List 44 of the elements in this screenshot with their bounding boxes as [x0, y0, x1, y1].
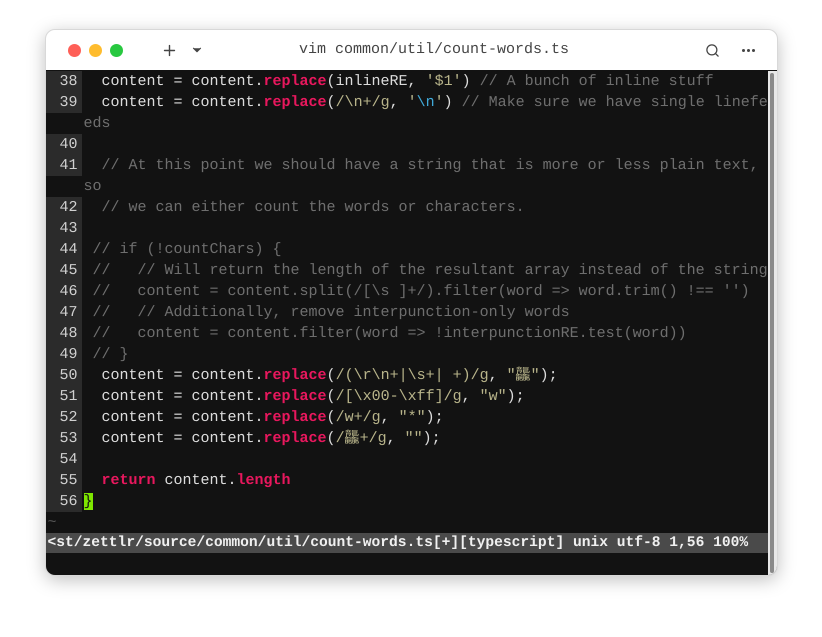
search-button[interactable]: [704, 42, 720, 58]
line-number: 51: [46, 386, 82, 407]
line-number: 38: [46, 71, 82, 92]
line-number: 49: [46, 344, 82, 365]
line-number: 47: [46, 302, 82, 323]
line-number: 53: [46, 428, 82, 449]
line-number: 43: [46, 218, 82, 239]
line-number: 40: [46, 134, 82, 155]
code-line: // }: [92, 345, 129, 365]
line-number: 39: [46, 92, 82, 113]
scrollbar[interactable]: [768, 71, 776, 575]
code-line: // content = content.filter(word => !interpunctionRE.test(word)): [92, 324, 687, 344]
code-line: content = content.replace(/\n+/g, '\n') // Make sure we have single linefe: [100, 93, 768, 113]
line-number: 55: [46, 470, 82, 491]
more-button[interactable]: [742, 48, 754, 52]
line-number: 50: [46, 365, 82, 386]
line-number: 46: [46, 281, 82, 302]
code-line: content = content.replace(/w+/g, "*");: [100, 408, 444, 428]
code-line: // At this point we should have a string that is more or less plain text,: [100, 156, 759, 176]
code-line: return content.length: [100, 471, 291, 491]
close-button[interactable]: [68, 44, 80, 56]
code-line: so: [82, 177, 102, 197]
code-line: // if (!countChars) {: [92, 240, 282, 260]
line-number: 52: [46, 407, 82, 428]
line-number: 54: [46, 449, 82, 470]
window-title: vim common/util/count-words.ts: [298, 40, 570, 60]
code-line: content = content.replace(inlineRE, '$1') // A bunch of inline stuff: [100, 72, 714, 92]
code-line: // // Additionally, remove interpunction-only words: [92, 303, 570, 323]
code-line: content = content.replace(/[\x00-\xff]/g, "w");: [100, 387, 525, 407]
code-line: // content = content.split(/[\s ]+/).filter(word => word.trim() !== ''): [92, 282, 750, 302]
code-line: content = content.replace(/龘+/g, "");: [100, 428, 441, 449]
code-line: // we can either count the words or characters.: [100, 198, 525, 218]
code-line: // // Will return the length of the resultant array instead of the string: [92, 261, 768, 281]
line-number: 44: [46, 239, 82, 260]
more-icon: [742, 48, 754, 52]
line-number: 41: [46, 155, 82, 176]
line-number: 45: [46, 260, 82, 281]
tilde: ~: [48, 514, 57, 531]
search-icon: [704, 42, 720, 58]
line-number: 48: [46, 323, 82, 344]
line-number: 42: [46, 197, 82, 218]
code-line: content = content.replace(/(\r\n+|\s+| +)/g, "龘");: [100, 366, 558, 386]
code-line: eds: [82, 114, 111, 134]
line-number: 56: [46, 491, 82, 512]
